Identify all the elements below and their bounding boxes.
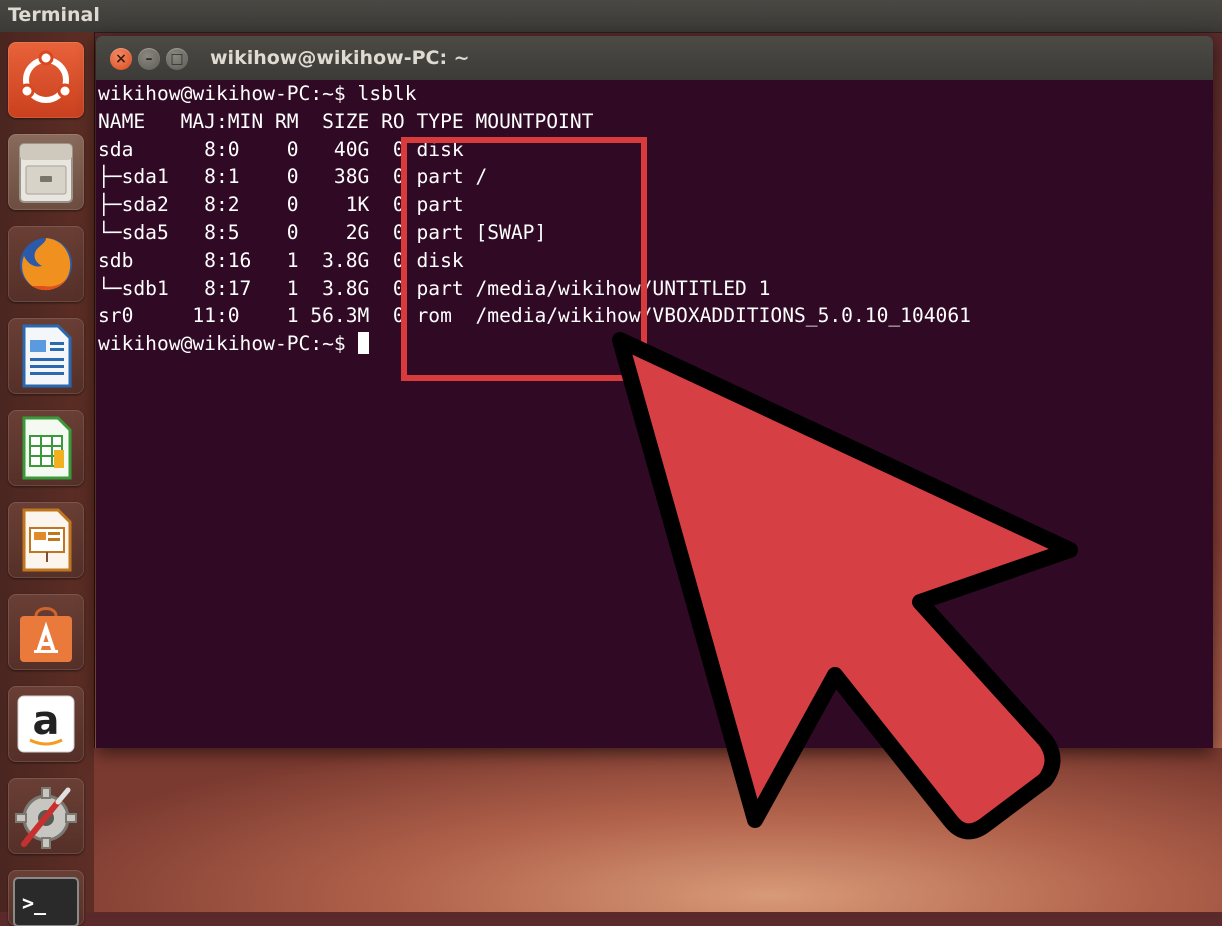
terminal-line-sda5: └─sda5 8:5 0 2G 0 part [SWAP] xyxy=(98,220,547,244)
shopping-bag-icon xyxy=(20,607,72,662)
ubuntu-logo-icon xyxy=(19,50,73,103)
launcher-item-impress[interactable] xyxy=(8,502,84,578)
maximize-icon: □ xyxy=(170,51,184,67)
amazon-icon: a xyxy=(17,695,75,753)
impress-presentation-icon xyxy=(22,508,72,572)
writer-document-icon xyxy=(22,324,72,388)
pointer-arrow-icon xyxy=(612,332,1078,840)
terminal-prompt-glyph: >_ xyxy=(22,891,47,915)
launcher-sidebar: a >_ xyxy=(0,32,95,926)
window-title: wikihow@wikihow-PC: ~ xyxy=(210,47,470,69)
maximize-button[interactable]: □ xyxy=(166,48,188,70)
calc-spreadsheet-icon xyxy=(22,416,72,480)
terminal-line-sda1: ├─sda1 8:1 0 38G 0 part / xyxy=(98,165,488,189)
terminal-icon: >_ xyxy=(13,877,79,926)
launcher-item-amazon[interactable]: a xyxy=(8,686,84,762)
settings-gear-icon xyxy=(15,787,77,849)
firefox-icon xyxy=(20,238,72,291)
close-icon: × xyxy=(115,51,127,67)
minimize-button[interactable]: – xyxy=(138,48,160,70)
text-cursor xyxy=(357,332,369,355)
active-app-title: Terminal xyxy=(8,4,100,26)
terminal-line-sda2: ├─sda2 8:2 0 1K 0 part xyxy=(98,193,464,217)
launcher-item-terminal[interactable]: >_ xyxy=(8,870,84,926)
top-panel: Terminal xyxy=(0,0,1222,33)
launcher-item-firefox[interactable] xyxy=(8,226,84,302)
launcher-item-files[interactable] xyxy=(8,134,84,210)
launcher-item-calc[interactable] xyxy=(8,410,84,486)
terminal-line-sdb1: └─sdb1 8:17 1 3.8G 0 part /media/wikihow… xyxy=(98,276,771,300)
terminal-line-command: wikihow@wikihow-PC:~$ lsblk xyxy=(98,82,417,105)
launcher-item-writer[interactable] xyxy=(8,318,84,394)
launcher-item-software-center[interactable] xyxy=(8,594,84,670)
window-titlebar[interactable]: × – □ wikihow@wikihow-PC: ~ xyxy=(96,36,1213,80)
terminal-line-sda: sda 8:0 0 40G 0 disk xyxy=(98,137,464,161)
terminal-line-header: NAME MAJ:MIN RM SIZE RO TYPE MOUNTPOINT xyxy=(98,109,594,133)
file-cabinet-icon xyxy=(19,143,73,203)
close-button[interactable]: × xyxy=(110,48,132,70)
minimize-icon: – xyxy=(145,51,153,67)
terminal-line-sdb: sdb 8:16 1 3.8G 0 disk xyxy=(98,248,464,272)
amazon-letter: a xyxy=(33,698,60,744)
launcher-item-system-settings[interactable] xyxy=(8,778,84,854)
terminal-prompt: wikihow@wikihow-PC:~$ xyxy=(98,332,358,356)
launcher-item-ubuntu-dash[interactable] xyxy=(8,42,84,118)
